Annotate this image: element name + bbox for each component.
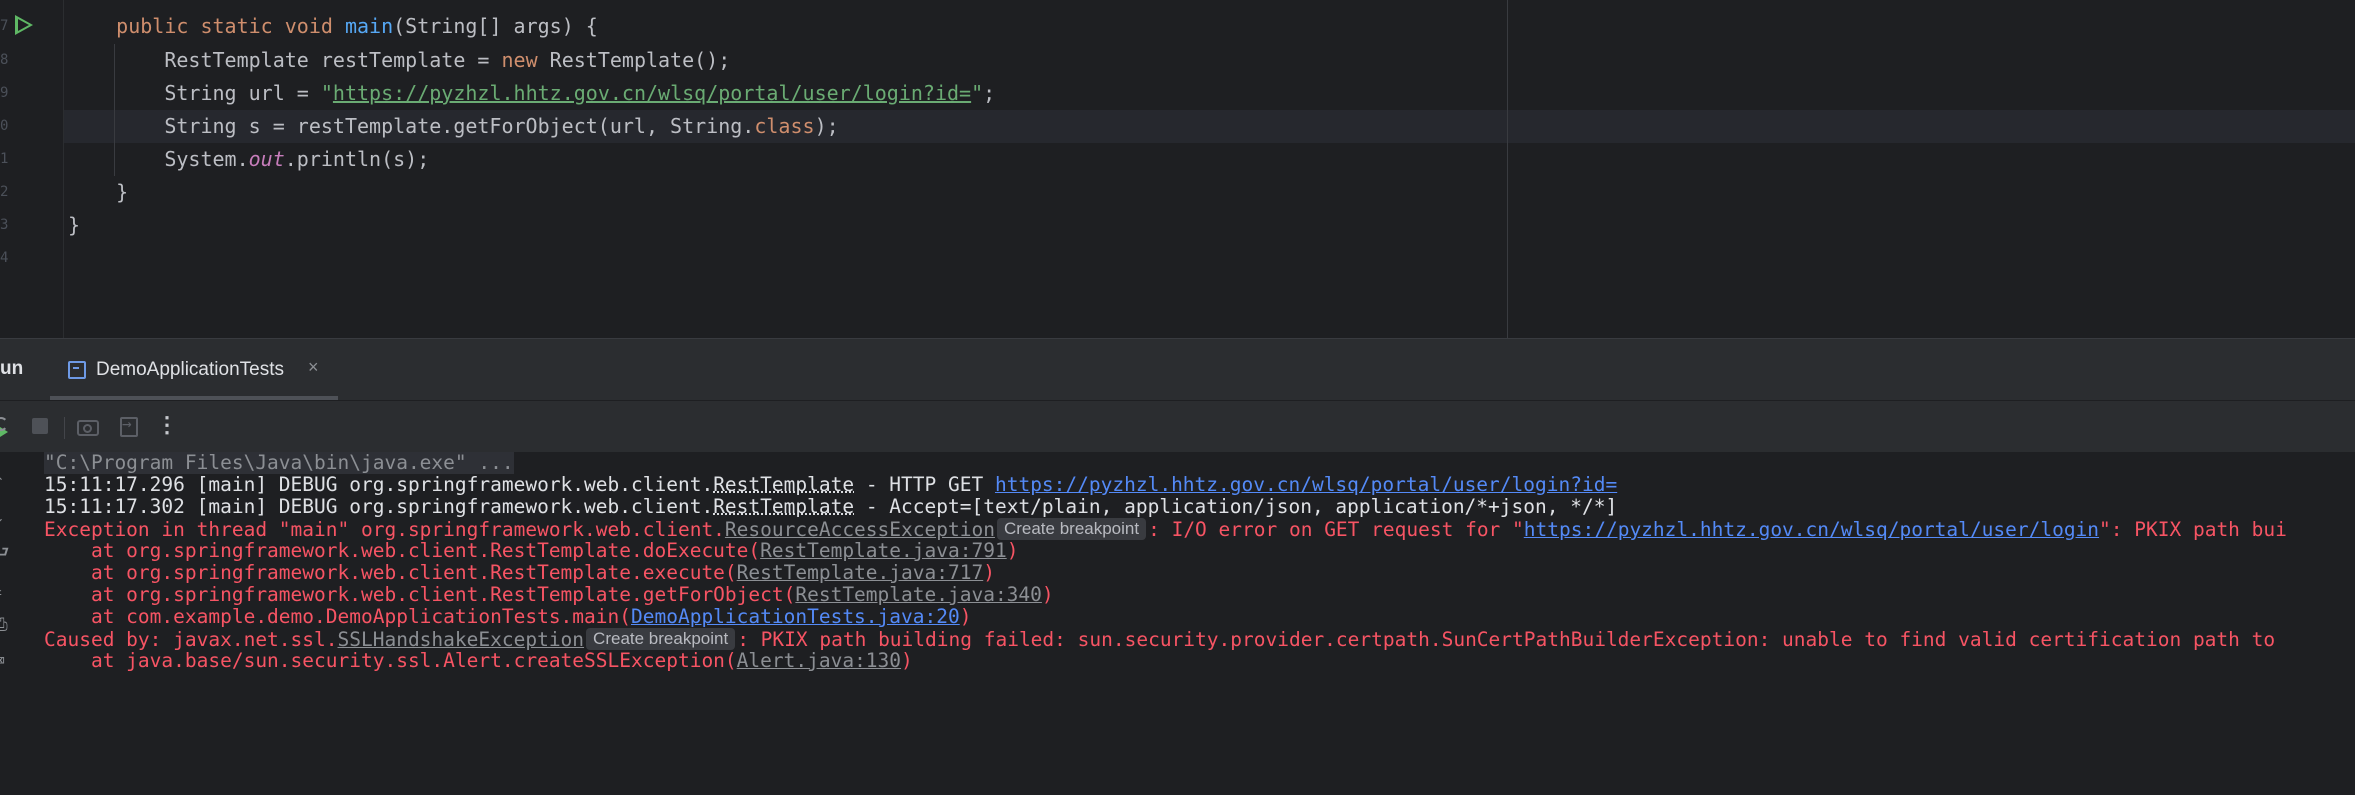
command-line-text[interactable]: "C:\Program Files\Java\bin\java.exe" ... (44, 452, 514, 474)
console-side-toolbar: ↑ ↓ ⮐ ⤓ ⎙ ⌫ (0, 452, 30, 795)
tab-label: DemoApplicationTests (96, 359, 284, 380)
code-url-link[interactable]: https://pyzhzl.hhtz.gov.cn/wlsq/portal/u… (333, 81, 971, 105)
class-reference[interactable]: RestTemplate (713, 495, 854, 518)
line-number: 7 (0, 18, 8, 34)
exception-class-link[interactable]: SSLHandshakeException (338, 628, 585, 651)
url-link[interactable]: https://pyzhzl.hhtz.gov.cn/wlsq/portal/u… (1524, 518, 2099, 541)
close-icon[interactable]: × (308, 357, 319, 378)
line-number: 3 (0, 217, 8, 233)
console-output[interactable]: "C:\Program Files\Java\bin\java.exe" ...… (30, 452, 2355, 795)
right-margin-guide (1507, 0, 1508, 338)
line-number: 8 (0, 52, 8, 68)
tab-icon (68, 361, 86, 379)
code-line-6: } (116, 180, 129, 204)
panel-title: un (0, 358, 24, 379)
line-number: 1 (0, 151, 8, 167)
print-icon[interactable]: ⎙ (0, 616, 12, 634)
line-number: 4 (0, 250, 8, 266)
code-line-1: public static void main(String[] args) { (116, 14, 598, 38)
toolbar-separator (64, 417, 65, 439)
console-line-stack-5: at java.base/sun.security.ssl.Alert.crea… (44, 649, 913, 672)
console-line-stack-1: at org.springframework.web.client.RestTe… (44, 539, 1019, 562)
source-link[interactable]: Alert.java:130 (737, 649, 901, 672)
console-line-stack-4: at com.example.demo.DemoApplicationTests… (44, 605, 972, 628)
editor-gutter: 7 8 9 0 1 2 3 4 (0, 0, 64, 338)
trash-icon[interactable]: ⌫ (0, 652, 12, 670)
camera-icon[interactable] (76, 415, 99, 437)
url-link[interactable]: https://pyzhzl.hhtz.gov.cn/wlsq/portal/u… (995, 473, 1617, 496)
console-line-exception: Exception in thread "main" org.springfra… (44, 518, 2287, 541)
exit-icon[interactable] (118, 414, 140, 437)
console-line-log2: 15:11:17.302 [main] DEBUG org.springfram… (44, 495, 1618, 518)
soft-wrap-icon[interactable]: ⮐ (0, 544, 12, 562)
more-icon[interactable]: ⋮ (156, 415, 178, 437)
line-number: 2 (0, 184, 8, 200)
create-breakpoint-button[interactable]: Create breakpoint (586, 628, 736, 650)
console-line-caused-by: Caused by: javax.net.ssl.SSLHandshakeExc… (44, 628, 2276, 651)
scroll-down-icon[interactable]: ↓ (0, 508, 12, 526)
exception-class-link[interactable]: ResourceAccessException (725, 518, 995, 541)
code-line-3: String url = "https://pyzhzl.hhtz.gov.cn… (164, 81, 996, 105)
class-reference[interactable]: RestTemplate (713, 473, 854, 496)
source-link[interactable]: RestTemplate.java:717 (737, 561, 984, 584)
stop-icon[interactable] (30, 415, 52, 437)
code-line-4: String s = restTemplate.getForObject(url… (164, 114, 839, 138)
run-panel-header: un DemoApplicationTests × (0, 338, 2355, 401)
source-link[interactable]: RestTemplate.java:791 (760, 539, 1007, 562)
console-line-stack-3: at org.springframework.web.client.RestTe… (44, 583, 1054, 606)
code-line-5: System.out.println(s); (164, 147, 430, 171)
line-number: 0 (0, 118, 8, 134)
create-breakpoint-button[interactable]: Create breakpoint (996, 518, 1147, 540)
run-toolbar: ⋮ (0, 400, 2355, 453)
line-number: 9 (0, 85, 8, 101)
tab-demo-application-tests[interactable]: DemoApplicationTests × (50, 339, 338, 401)
run-gutter-icon[interactable] (15, 15, 33, 35)
source-link[interactable]: RestTemplate.java:340 (795, 583, 1042, 606)
rerun-icon[interactable] (0, 415, 14, 437)
scroll-to-end-icon[interactable]: ⤓ (0, 580, 12, 598)
scroll-up-icon[interactable]: ↑ (0, 472, 12, 490)
code-line-2: RestTemplate restTemplate = new RestTemp… (164, 48, 731, 72)
source-link[interactable]: DemoApplicationTests.java:20 (631, 605, 960, 628)
console-line-command: "C:\Program Files\Java\bin\java.exe" ... (44, 452, 514, 474)
code-line-7: } (68, 213, 81, 237)
code-editor[interactable]: 7 8 9 0 1 2 3 4 public static void main(… (0, 0, 2355, 338)
console-line-stack-2: at org.springframework.web.client.RestTe… (44, 561, 995, 584)
console-line-log1: 15:11:17.296 [main] DEBUG org.springfram… (44, 473, 1618, 496)
